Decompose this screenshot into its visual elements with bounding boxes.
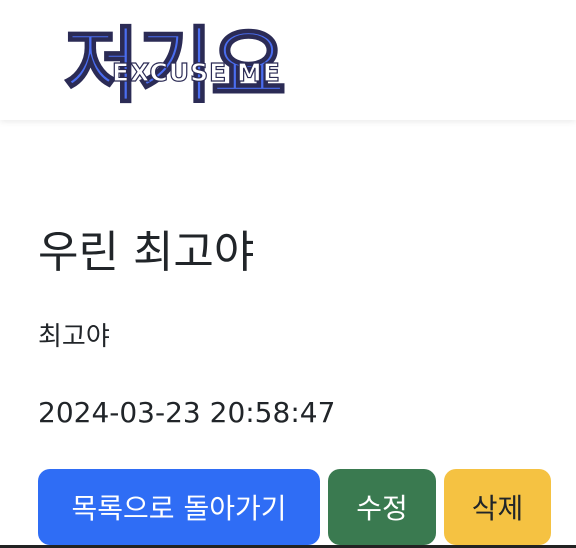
- site-logo[interactable]: 저기요 EXCUSE ME: [62, 14, 358, 104]
- logo-subtitle: EXCUSE ME: [111, 57, 281, 87]
- back-to-list-button[interactable]: 목록으로 돌아가기: [38, 469, 320, 545]
- site-header: 저기요 EXCUSE ME: [0, 0, 576, 120]
- edit-button[interactable]: 수정: [328, 469, 436, 545]
- post-content: 최고야: [38, 322, 110, 352]
- post-title: 우린 최고야: [38, 227, 255, 278]
- delete-button[interactable]: 삭제: [444, 469, 551, 545]
- post-date: 2024-03-23 20:58:47: [38, 396, 336, 429]
